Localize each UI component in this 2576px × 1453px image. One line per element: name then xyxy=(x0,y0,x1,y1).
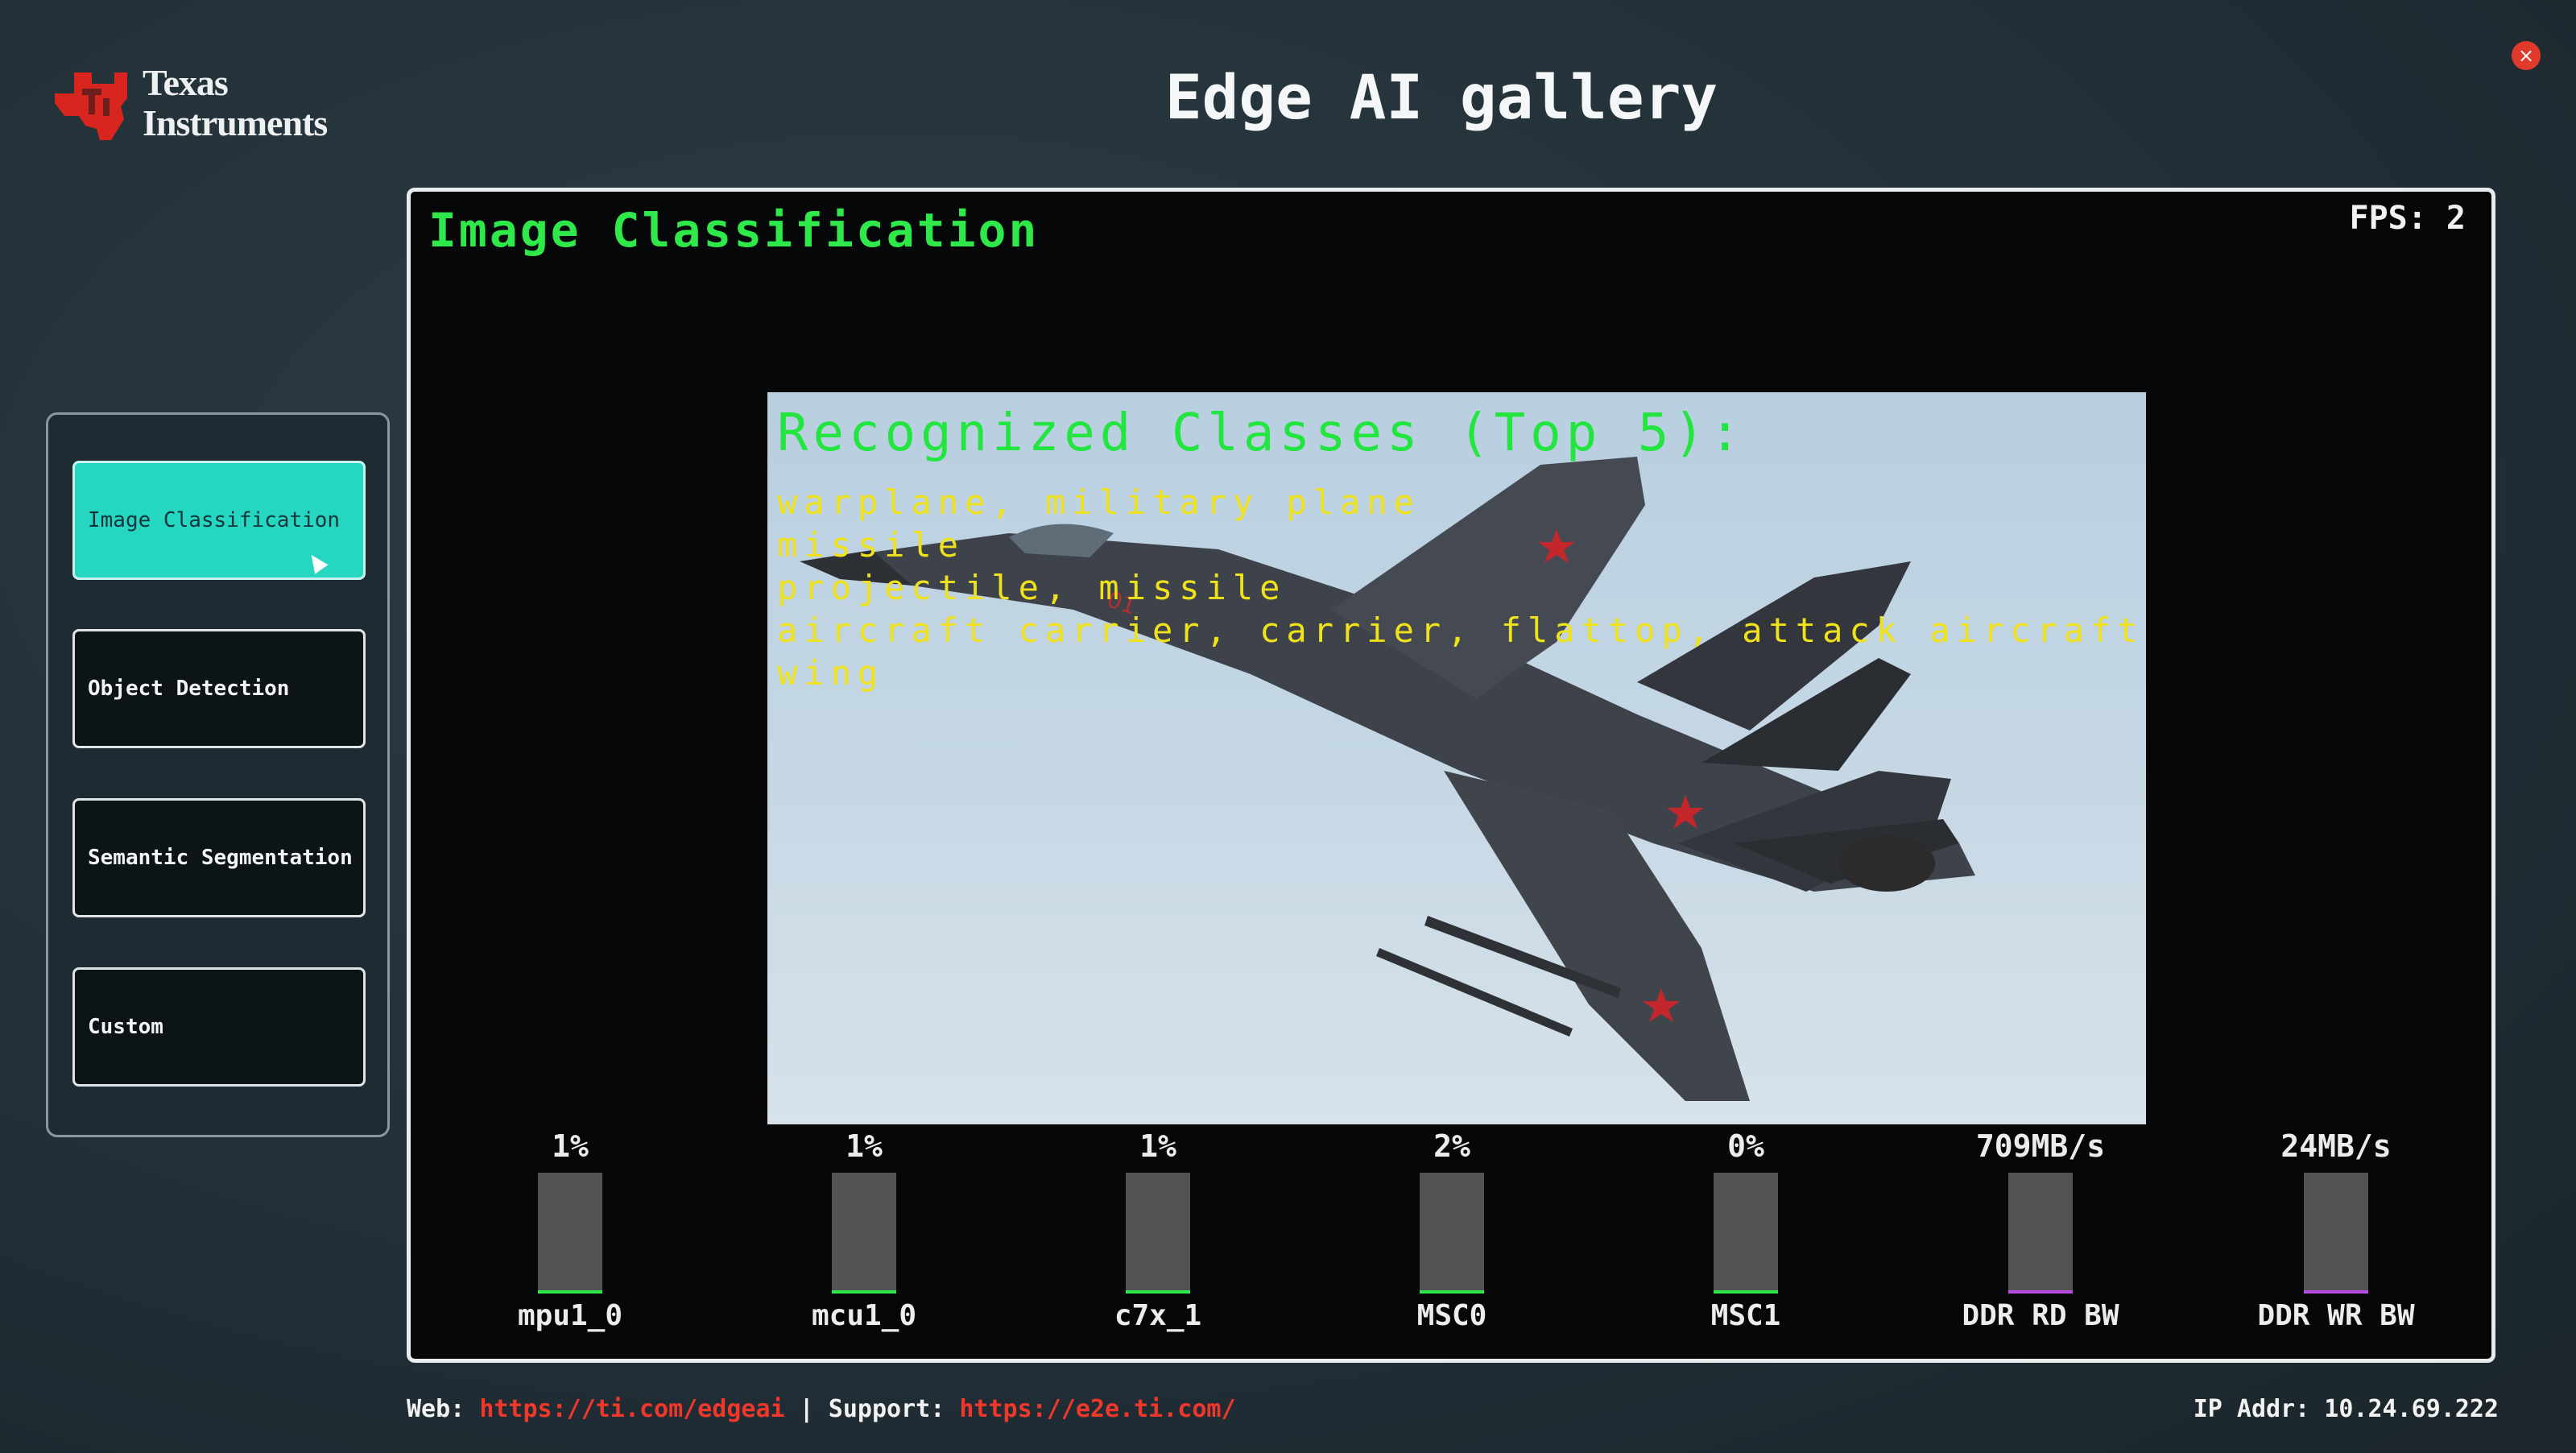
meter-bar xyxy=(1126,1173,1190,1294)
meter-bar xyxy=(2008,1173,2073,1294)
ti-logo-text: Texas Instruments xyxy=(143,62,328,143)
mouse-cursor-icon xyxy=(304,550,329,574)
support-label: Support: xyxy=(828,1395,945,1423)
meter-value: 2% xyxy=(1433,1128,1470,1164)
meter-bar xyxy=(1420,1173,1484,1294)
class-item: missile xyxy=(777,525,965,565)
sidebar-item-label: Object Detection xyxy=(88,677,290,701)
meter-bar xyxy=(1714,1173,1778,1294)
sidebar-item-label: Image Classification xyxy=(88,508,341,532)
meter-fill xyxy=(538,1289,602,1294)
inference-image: 01 Recognized Classes (Top 5): warplane,… xyxy=(767,392,2146,1124)
meter-value: 1% xyxy=(846,1128,883,1164)
footer-links: Web: https://ti.com/edgeai | Support: ht… xyxy=(407,1395,1236,1423)
meter-fill xyxy=(832,1289,896,1294)
meter-bar xyxy=(832,1173,896,1294)
meter-fill xyxy=(1126,1289,1190,1294)
sidebar-item-semantic-segmentation[interactable]: Semantic Segmentation xyxy=(72,798,366,917)
sidebar-item-custom[interactable]: Custom xyxy=(72,967,366,1087)
meter-label: DDR WR BW xyxy=(2257,1299,2415,1332)
sidebar-item-object-detection[interactable]: Object Detection xyxy=(72,629,366,748)
class-item: aircraft carrier, carrier, flattop, atta… xyxy=(777,611,2146,650)
meter-value: 1% xyxy=(1139,1128,1176,1164)
meter-label: MSC0 xyxy=(1416,1299,1487,1332)
meter-fill xyxy=(1714,1289,1778,1294)
class-item: warplane, military plane xyxy=(777,482,1420,522)
meter-label: DDR RD BW xyxy=(1962,1299,2119,1332)
sidebar-item-label: Semantic Segmentation xyxy=(88,846,353,870)
meter-label: MSC1 xyxy=(1710,1299,1781,1332)
meter-value: 0% xyxy=(1727,1128,1764,1164)
app-title: Edge AI gallery xyxy=(1164,61,1718,133)
support-link[interactable]: https://e2e.ti.com/ xyxy=(959,1395,1235,1423)
class-item: projectile, missile xyxy=(777,568,1287,607)
demo-panel: Image Classification FPS: 2 01 Recognize… xyxy=(407,188,2495,1363)
meter-bar xyxy=(2304,1173,2368,1294)
logo-line-1: Texas xyxy=(143,62,229,103)
class-item: wing xyxy=(777,653,885,693)
sidebar: Image Classification Object Detection Se… xyxy=(46,412,390,1137)
panel-title: Image Classification xyxy=(428,203,1040,258)
classes-heading: Recognized Classes (Top 5): xyxy=(777,404,1746,463)
app-window: Texas Instruments Edge AI gallery × Imag… xyxy=(0,0,2576,1453)
meter-label: mcu1_0 xyxy=(811,1299,917,1332)
footer-separator: | xyxy=(799,1395,814,1423)
web-link[interactable]: https://ti.com/edgeai xyxy=(479,1395,784,1423)
sidebar-item-image-classification[interactable]: Image Classification xyxy=(72,461,366,580)
ip-address: IP Addr: 10.24.69.222 xyxy=(2193,1395,2499,1423)
meter-value: 709MB/s xyxy=(1975,1128,2106,1164)
logo-line-2: Instruments xyxy=(143,102,328,143)
meter-value: 24MB/s xyxy=(2280,1128,2392,1164)
web-label: Web: xyxy=(407,1395,465,1423)
ti-logo-icon xyxy=(55,72,127,140)
close-icon[interactable]: × xyxy=(2512,41,2541,70)
ti-logo: Texas Instruments xyxy=(50,63,428,159)
meter-label: mpu1_0 xyxy=(517,1299,623,1332)
meter-label: c7x_1 xyxy=(1114,1299,1202,1332)
meter-value: 1% xyxy=(552,1128,589,1164)
meter-fill xyxy=(1420,1289,1484,1294)
meter-fill xyxy=(2008,1289,2073,1294)
meter-bar xyxy=(538,1173,602,1294)
meter-fill xyxy=(2304,1289,2368,1294)
sidebar-item-label: Custom xyxy=(88,1015,163,1039)
class-list: warplane, military plane missile project… xyxy=(777,481,2146,694)
fps-counter: FPS: 2 xyxy=(2349,200,2466,237)
